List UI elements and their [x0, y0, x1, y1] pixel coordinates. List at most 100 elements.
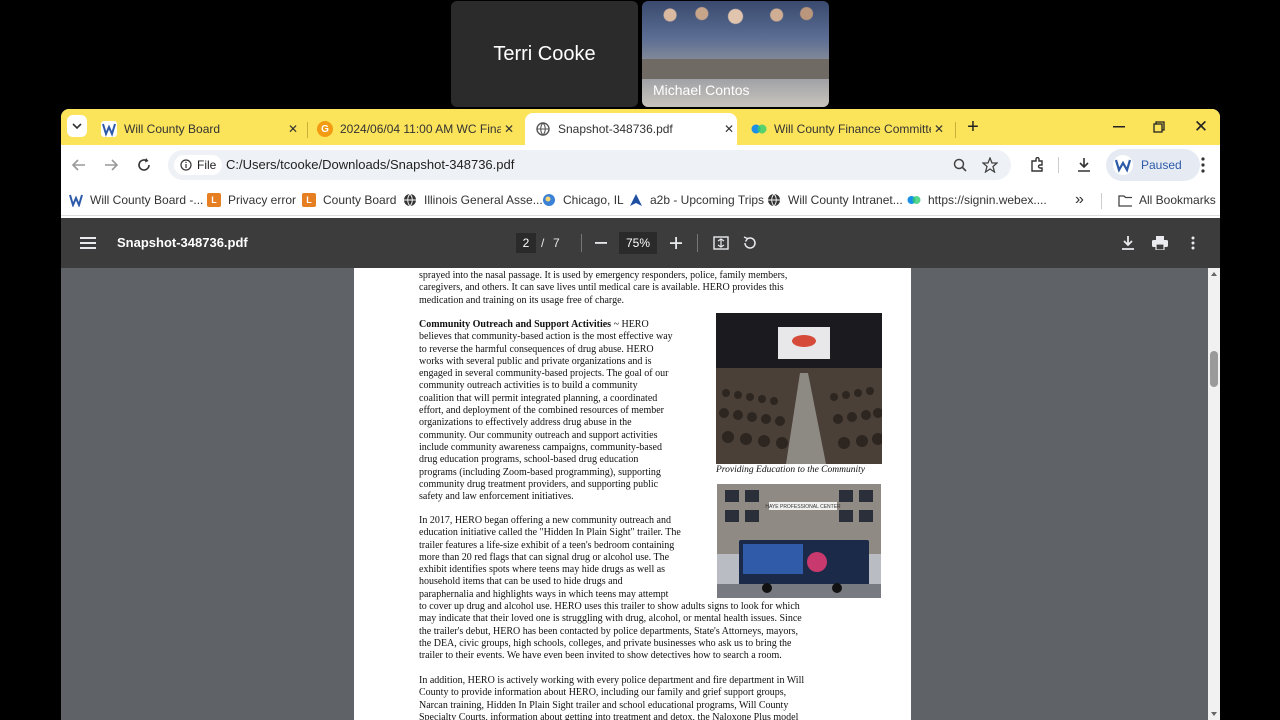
pdf-sidebar-button[interactable]	[79, 233, 97, 253]
download-icon	[1122, 236, 1134, 250]
fit-to-page-icon	[713, 236, 729, 250]
text-line: trailer features a life-size exhibit of …	[419, 539, 675, 551]
page-separator: /	[541, 236, 545, 250]
download-icon	[1078, 158, 1090, 172]
bookmark-label: a2b - Upcoming Trips	[650, 193, 765, 207]
webex-icon	[907, 193, 921, 207]
pdf-filename: Snapshot-348736.pdf	[117, 235, 248, 250]
printer-icon	[1152, 236, 1168, 250]
chevron-down-icon	[72, 123, 82, 129]
scroll-thumb[interactable]	[1210, 351, 1218, 387]
text-line: to reverse the harmful consequences of d…	[419, 343, 654, 355]
text-line: trailer to their events. We have even be…	[419, 650, 782, 662]
tab-snapshot-pdf[interactable]: Snapshot-348736.pdf ✕	[525, 113, 737, 145]
bookmark-star-button[interactable]	[978, 153, 1002, 177]
minimize-icon	[1113, 126, 1125, 128]
participant-name: Terri Cooke	[493, 42, 596, 65]
rotate-icon	[743, 236, 756, 249]
bookmark-label: https://signin.webex....	[928, 193, 1047, 207]
text-line: community. Our community outreach and su…	[419, 429, 658, 441]
video-tile-michael[interactable]: Michael Contos	[642, 1, 829, 107]
minus-icon	[595, 242, 607, 244]
bookmark-label: All Bookmarks	[1139, 193, 1216, 207]
reload-button[interactable]	[132, 153, 156, 177]
close-icon[interactable]: ✕	[931, 122, 947, 136]
bookmarks-bar: Will County Board -... L Privacy error L…	[61, 185, 1220, 216]
browser-menu-button[interactable]	[1191, 153, 1215, 177]
all-bookmarks-button[interactable]: All Bookmarks	[1118, 185, 1216, 215]
pdf-more-button[interactable]	[1183, 233, 1203, 253]
text-line: include community awareness campaigns, c…	[419, 441, 662, 453]
puzzle-icon	[1031, 157, 1043, 172]
intro-paragraph: sprayed into the nasal passage. It is us…	[419, 270, 787, 307]
new-tab-button[interactable]: +	[953, 109, 993, 145]
weather-icon	[542, 193, 556, 207]
bookmark-label: Illinois General Asse...	[424, 193, 543, 207]
kebab-menu-icon	[1191, 236, 1195, 250]
tab-title: Will County Finance Committee	[774, 122, 931, 136]
close-icon[interactable]: ✕	[501, 122, 517, 136]
tab-search-button[interactable]	[67, 115, 87, 137]
rotate-button[interactable]	[740, 233, 760, 253]
extensions-button[interactable]	[1025, 153, 1049, 177]
minimize-button[interactable]	[1099, 109, 1139, 145]
downloads-button[interactable]	[1072, 153, 1096, 177]
bookmark-illinois-general-assembly[interactable]: Illinois General Asse...	[403, 185, 543, 215]
bookmark-webex-signin[interactable]: https://signin.webex....	[907, 185, 1047, 215]
text-line: Narcan training, Hidden In Plain Sight t…	[419, 699, 789, 711]
text-line: effort, and deployment of the combined r…	[419, 405, 665, 417]
zoom-in-button[interactable]	[666, 233, 686, 253]
text-line: safety and law enforcement initiatives.	[419, 491, 574, 503]
text-line: community outreach activities is to buil…	[419, 380, 638, 392]
bookmark-a2b-trips[interactable]: a2b - Upcoming Trips	[629, 185, 764, 215]
bookmark-will-county-board[interactable]: Will County Board -...	[69, 185, 203, 215]
bookmark-chicago-weather[interactable]: Chicago, IL	[542, 185, 624, 215]
tab-title: Snapshot-348736.pdf	[558, 122, 673, 136]
tab-will-county-board[interactable]: Will County Board ✕	[99, 113, 301, 145]
pdf-toolbar: Snapshot-348736.pdf 2 / 7 75%	[61, 218, 1220, 268]
pdf-print-button[interactable]	[1150, 233, 1170, 253]
pdf-scrollbar[interactable]	[1208, 268, 1220, 720]
close-window-button[interactable]: ✕	[1181, 109, 1220, 145]
pdf-viewer[interactable]: sprayed into the nasal passage. It is us…	[61, 268, 1220, 720]
video-feed-desk	[642, 59, 829, 79]
profile-button[interactable]: Paused	[1106, 149, 1200, 181]
text-line: County to provide information about HERO…	[419, 687, 787, 699]
zoom-level-input[interactable]: 75%	[619, 232, 657, 254]
page-number-input[interactable]: 2	[516, 233, 536, 253]
back-button[interactable]	[67, 153, 91, 177]
video-tile-terri[interactable]: Terri Cooke	[451, 1, 638, 107]
outreach-paragraph: Community Outreach and Support Activitie…	[419, 319, 719, 503]
building-sign: HAYE PROFESSIONAL CENTER	[765, 504, 841, 510]
text-line: programs (including Zoom-based programmi…	[419, 466, 661, 478]
zoom-button[interactable]	[948, 153, 972, 177]
bookmark-label: County Board	[323, 193, 397, 207]
text-line: Specialty Courts, information about gett…	[419, 711, 799, 720]
bookmark-will-county-intranet[interactable]: Will County Intranet...	[767, 185, 903, 215]
forward-button[interactable]	[99, 153, 123, 177]
text-line: organizations to effectively address dru…	[419, 417, 632, 429]
star-icon	[982, 157, 998, 173]
restore-button[interactable]	[1139, 109, 1179, 145]
text-line: medication and training on its usage fre…	[419, 294, 625, 306]
tab-finance-committee[interactable]: Will County Finance Committee ✕	[751, 113, 947, 145]
text-line: works with several public and private or…	[419, 355, 652, 367]
text-line: community drug treatment providers, and …	[419, 478, 659, 490]
section-heading: Community Outreach and Support Activitie…	[419, 319, 612, 330]
text-line: drug education programs, school-based dr…	[419, 454, 639, 466]
a2b-icon	[629, 193, 643, 207]
bookmark-county-board[interactable]: L County Board	[302, 185, 396, 215]
close-icon[interactable]: ✕	[721, 122, 737, 136]
close-icon[interactable]: ✕	[285, 122, 301, 136]
tab-wc-finance-agenda[interactable]: G 2024/06/04 11:00 AM WC Finan ✕	[317, 113, 517, 145]
pdf-download-button[interactable]	[1118, 233, 1138, 253]
address-bar[interactable]: File C:/Users/tcooke/Downloads/Snapshot-…	[168, 150, 1011, 180]
webex-icon	[751, 121, 767, 137]
total-pages: 7	[553, 236, 560, 250]
zoom-out-button[interactable]	[591, 233, 611, 253]
fit-page-button[interactable]	[711, 233, 731, 253]
text-line: may indicate that their loved one is str…	[419, 613, 802, 625]
bookmarks-overflow-button[interactable]: »	[1075, 185, 1084, 215]
site-info-button[interactable]: File	[174, 155, 223, 175]
bookmark-privacy-error[interactable]: L Privacy error	[207, 185, 296, 215]
